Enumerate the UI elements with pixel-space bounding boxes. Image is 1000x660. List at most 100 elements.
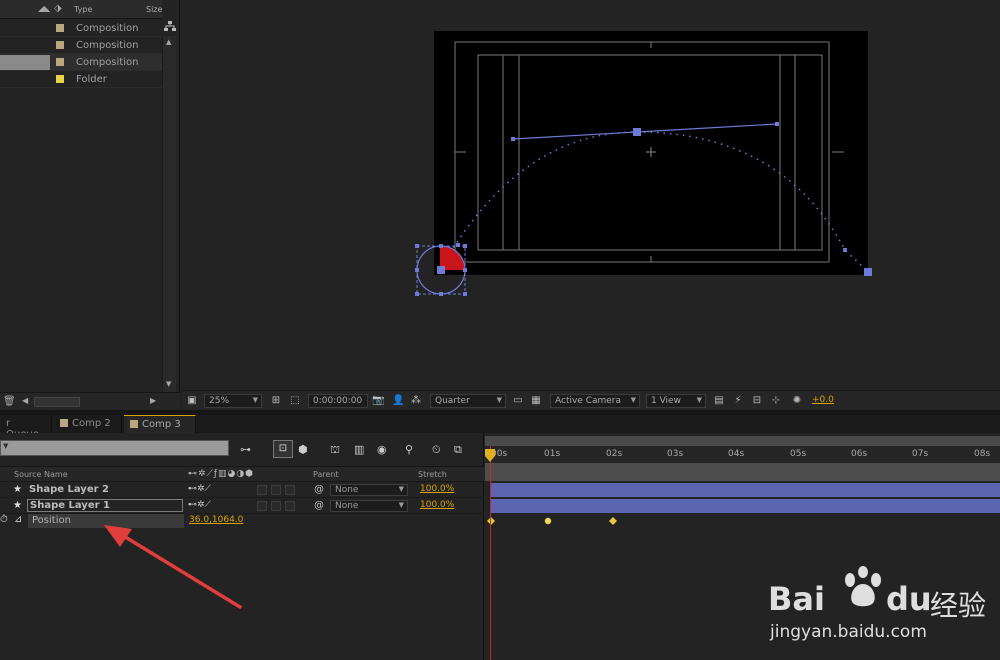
fit-icon[interactable]: ⊞ — [270, 395, 282, 407]
graph-editor-icon[interactable]: ⧉ — [454, 443, 462, 457]
layer-switches-icons[interactable]: ⊷✲⟋ — [188, 500, 211, 510]
magnification-icon[interactable]: ▣ — [186, 395, 198, 407]
rgb-channel-icon[interactable]: ⁂ — [410, 395, 422, 407]
pick-whip-icon[interactable]: @ — [314, 500, 324, 511]
switch-box[interactable] — [285, 485, 295, 495]
search-dropdown-icon[interactable]: ▼ — [3, 442, 8, 450]
tab-render-queue[interactable]: r Queue — [0, 415, 52, 440]
trash-icon[interactable]: 🗑 — [3, 396, 16, 407]
type-column-header[interactable]: Type — [74, 5, 92, 14]
shy-layers-icon[interactable]: ⛫ — [330, 443, 340, 458]
timeline-icon[interactable]: ⊟ — [751, 395, 763, 407]
frame-blending-icon[interactable]: ▥ — [354, 443, 364, 456]
horizontal-scroll-thumb[interactable] — [34, 397, 80, 407]
composition-viewer[interactable] — [182, 0, 1000, 390]
watermark-url: jingyan.baidu.com — [770, 622, 927, 642]
fast-preview-icon[interactable]: ▭ — [512, 395, 524, 407]
stopwatch-icon[interactable]: ⏱ — [0, 514, 8, 525]
ruler-label: 03s — [667, 449, 684, 459]
work-area-bar[interactable] — [485, 463, 1000, 481]
exposure-value[interactable]: +0.0 — [812, 395, 834, 405]
tab-comp-2[interactable]: Comp 2 — [54, 415, 122, 433]
switch-box[interactable] — [285, 501, 295, 511]
camera-snapshot-icon[interactable]: 📷 — [372, 395, 384, 407]
stretch-value[interactable]: 100.0% — [420, 500, 454, 510]
scroll-up-icon[interactable]: ▲ — [166, 38, 171, 46]
auto-keyframe-icon[interactable]: ⏲ — [432, 443, 441, 457]
parent-dropdown[interactable]: None ▼ — [330, 500, 408, 512]
pick-whip-icon[interactable]: @ — [314, 484, 324, 495]
project-item[interactable]: Composition — [0, 20, 162, 37]
label-swatch — [56, 58, 64, 66]
switch-box[interactable] — [271, 501, 281, 511]
region-of-interest-icon[interactable]: ⬚ — [289, 395, 301, 407]
camera-view-dropdown[interactable]: Active Camera ▼ — [550, 394, 640, 408]
layer-duration-bar[interactable] — [491, 499, 1000, 513]
timeline-column-header: Source Name ⊷✲⟋ƒ▥◕◑⬢ Parent Stretch — [0, 466, 484, 482]
timeline-search-input[interactable]: ▼ — [0, 440, 229, 456]
timeline-tab-bar: r Queue Comp 2 Comp 3 — [0, 415, 1000, 440]
parent-dropdown[interactable]: None ▼ — [330, 484, 408, 496]
flowchart-icon[interactable]: ⊹ — [770, 395, 782, 407]
comp-mini-flowchart-icon[interactable]: ⊶ — [240, 443, 251, 456]
time-navigator[interactable] — [485, 436, 1000, 446]
resolution-dropdown[interactable]: Quarter ▼ — [430, 394, 506, 408]
layer-row-selected[interactable]: ★ Shape Layer 1 ⊷✲⟋ @ None ▼ 100.0% — [0, 498, 484, 514]
stretch-value[interactable]: 100.0% — [420, 484, 454, 494]
ruler-label: 01s — [544, 449, 561, 459]
project-scrollbar[interactable]: ▲ ▼ — [162, 36, 176, 392]
label-tag-icon[interactable]: ⬗ — [54, 3, 62, 14]
exposure-icon[interactable]: ✺ — [791, 395, 803, 407]
draft-3d-icon[interactable]: ⬢ — [298, 443, 308, 456]
transparency-grid-icon[interactable]: ▦ — [530, 395, 542, 407]
scroll-left-icon[interactable]: ◀ — [22, 396, 28, 405]
layer-duration-bar[interactable] — [491, 483, 1000, 497]
selected-name-highlight — [0, 55, 50, 70]
switch-box[interactable] — [257, 501, 267, 511]
layer-switches-icons[interactable]: ⊷✲⟋ — [188, 484, 211, 494]
live-update-icon[interactable]: ⊡ — [273, 440, 293, 458]
viewer-canvas[interactable] — [182, 0, 1000, 390]
layer-row[interactable]: ★ Shape Layer 2 ⊷✲⟋ @ None ▼ 100.0% — [0, 482, 484, 498]
layer-name[interactable]: Shape Layer 2 — [29, 484, 109, 495]
tab-comp-3[interactable]: Comp 3 — [124, 415, 196, 433]
source-name-header[interactable]: Source Name — [14, 470, 68, 479]
position-value[interactable]: 36.0,1064.0 — [189, 515, 243, 525]
graph-toggle-icon[interactable]: ⊿ — [14, 514, 22, 525]
layer-name[interactable]: Shape Layer 1 — [27, 499, 183, 512]
scroll-right-icon[interactable]: ▶ — [150, 396, 156, 405]
timecode-field[interactable]: 0:00:00:00 — [308, 394, 368, 408]
bezier-handle — [511, 137, 515, 141]
size-column-header[interactable]: Size — [146, 5, 162, 14]
flowchart-icon[interactable] — [164, 20, 176, 34]
zoom-dropdown[interactable]: 25% ▼ — [204, 394, 262, 408]
switches-header-icons: ⊷✲⟋ƒ▥◕◑⬢ — [188, 469, 255, 479]
item-type: Composition — [76, 57, 139, 68]
motion-blur-icon[interactable]: ◉ — [377, 443, 387, 456]
switch-box[interactable] — [271, 485, 281, 495]
brainstorm-icon[interactable]: ⚲ — [405, 443, 413, 456]
time-ruler[interactable]: 00s 01s 02s 03s 04s 05s 06s 07s 08s — [485, 446, 1000, 463]
sort-arrow-icon[interactable]: ◢◣ — [38, 4, 50, 13]
view-layout-dropdown[interactable]: 1 View ▼ — [646, 394, 706, 408]
playhead-marker-icon[interactable] — [484, 449, 496, 463]
comp-swatch — [60, 419, 68, 427]
stretch-header[interactable]: Stretch — [418, 470, 447, 479]
ruler-label: 05s — [790, 449, 807, 459]
parent-header[interactable]: Parent — [313, 470, 339, 479]
ruler-label: 04s — [728, 449, 745, 459]
fast-previews-icon[interactable]: ⚡ — [732, 395, 744, 407]
playhead-line[interactable] — [490, 446, 491, 660]
bezier-handle — [843, 248, 847, 252]
project-item[interactable]: Folder — [0, 71, 162, 88]
show-snapshot-icon[interactable]: 👤 — [392, 395, 404, 407]
scroll-down-icon[interactable]: ▼ — [166, 380, 171, 388]
project-bottom-bar: 🗑 ◀ ▶ — [0, 392, 180, 410]
watermark-cn: 经验 — [930, 589, 987, 622]
shape-layer-star-icon: ★ — [13, 484, 22, 495]
keyframe-track[interactable] — [485, 513, 625, 529]
switch-box[interactable] — [257, 485, 267, 495]
project-item[interactable]: Composition — [0, 37, 162, 54]
project-item-selected[interactable]: Composition — [0, 54, 162, 71]
pixel-aspect-icon[interactable]: ▤ — [713, 395, 725, 407]
